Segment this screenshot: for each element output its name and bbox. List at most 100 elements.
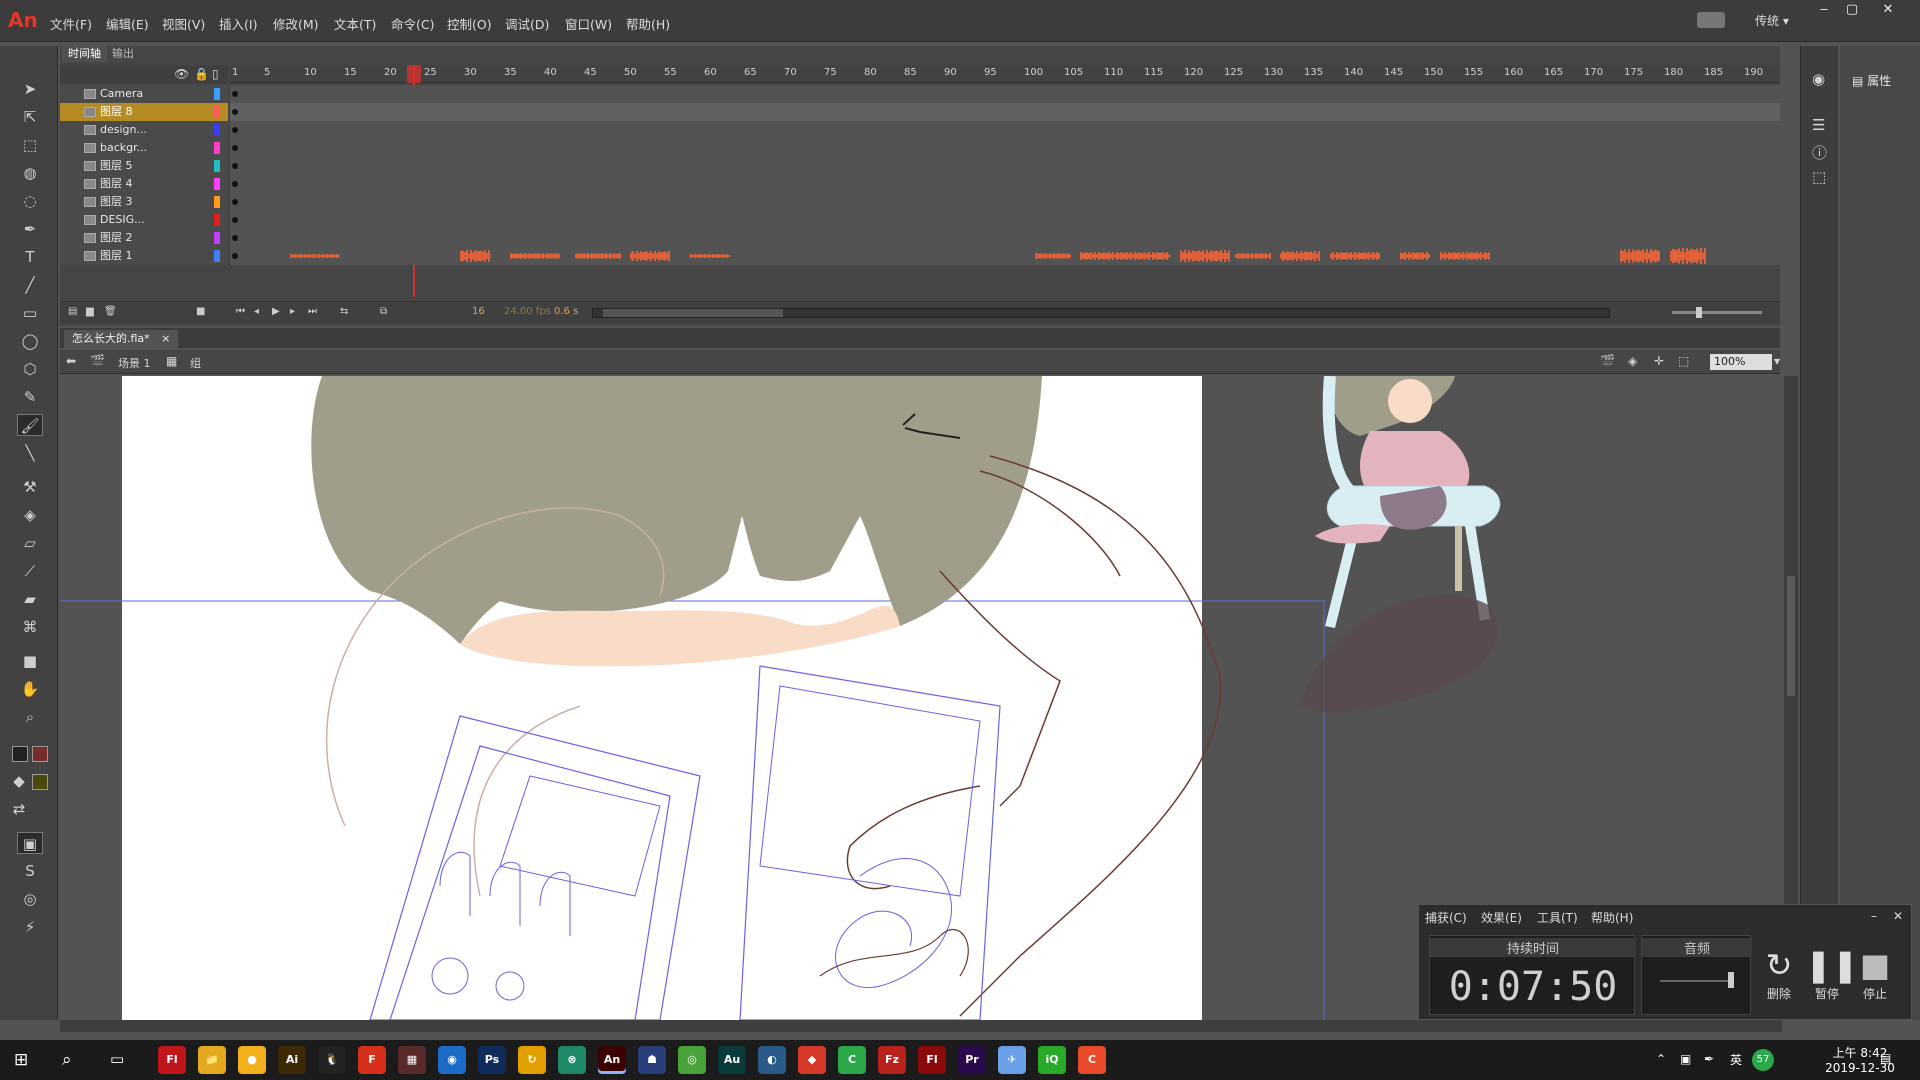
layer-color-swatch[interactable] (214, 124, 220, 136)
taskbar-app-icon[interactable]: C (838, 1046, 866, 1074)
brush-tool-icon[interactable]: 🖌 (17, 414, 43, 436)
layer-frames[interactable] (230, 139, 1780, 157)
lock-icon[interactable]: 🔒 (194, 67, 209, 81)
network-icon[interactable]: ▣ (1680, 1052, 1691, 1066)
tab-properties[interactable]: ▤ 属性 (1852, 72, 1891, 89)
layer-color-swatch[interactable] (214, 196, 220, 208)
recorder-menu-help[interactable]: 帮助(H) (1591, 909, 1633, 926)
zoom-tool-icon[interactable]: ⌕ (17, 706, 43, 728)
layer-row[interactable]: Camera (60, 85, 1780, 103)
layer-frames[interactable] (230, 193, 1780, 211)
eyedropper-tool-icon[interactable]: ⟋ (17, 560, 43, 582)
library-icon[interactable]: ☰ (1812, 116, 1825, 134)
keyframe[interactable] (232, 217, 238, 223)
pressure-icon[interactable]: ⚡ (17, 916, 43, 938)
swap-colors-icon[interactable]: ⇄ (6, 798, 32, 820)
layer-frames[interactable] (230, 85, 1780, 103)
elapsed-time[interactable]: 0.6 s (554, 306, 578, 317)
menu-commands[interactable]: 命令(C) (391, 14, 434, 33)
lasso-tool-icon[interactable]: ◌ (17, 190, 43, 212)
maximize-button[interactable]: ▢ (1838, 2, 1866, 20)
taskbar-app-icon[interactable]: ◎ (678, 1046, 706, 1074)
menu-window[interactable]: 窗口(W) (565, 14, 612, 33)
eraser-tool-icon[interactable]: ▰ (17, 588, 43, 610)
start-icon[interactable]: ⊞ (14, 1050, 28, 1070)
layer-frames[interactable] (230, 211, 1780, 229)
polystar-tool-icon[interactable]: ⬡ (17, 358, 43, 380)
notification-icon[interactable]: ▤ (1880, 1051, 1891, 1065)
task-view-icon[interactable]: ▭ (110, 1050, 124, 1068)
taskbar-app-icon[interactable]: C (1078, 1046, 1106, 1074)
smooth-icon[interactable]: S (17, 860, 43, 882)
layer-row[interactable]: design... (60, 121, 1780, 139)
new-layer-icon[interactable]: ▤ (68, 306, 80, 318)
paint-bucket-tool-icon[interactable]: ◈ (17, 504, 43, 526)
taskbar-app-icon[interactable]: ◐ (758, 1046, 786, 1074)
layer-row[interactable]: 图层 8 (60, 103, 1780, 121)
center-stage-icon[interactable]: ✛ (1654, 354, 1664, 368)
chevron-down-icon[interactable]: ▾ (1774, 354, 1780, 368)
new-folder-icon[interactable]: ▆ (86, 306, 98, 318)
tray-chevron-icon[interactable]: ⌃ (1656, 1052, 1666, 1066)
menu-control[interactable]: 控制(O) (447, 14, 492, 33)
audio-level-thumb[interactable] (1728, 972, 1734, 988)
taskbar-app-icon[interactable]: iQ (1038, 1046, 1066, 1074)
outline-icon[interactable]: ▯ (212, 67, 219, 81)
fill-color-swatch[interactable] (32, 774, 48, 790)
recorder-menu-effects[interactable]: 效果(E) (1481, 909, 1522, 926)
first-frame-icon[interactable]: ⏮ (236, 306, 248, 318)
taskbar-app-icon[interactable]: ▦ (398, 1046, 426, 1074)
layer-color-swatch[interactable] (214, 232, 220, 244)
menu-insert[interactable]: 插入(I) (219, 14, 257, 33)
menu-help[interactable]: 帮助(H) (626, 14, 670, 33)
taskbar-app-icon[interactable]: ↻ (518, 1046, 546, 1074)
timeline-hscroll[interactable] (592, 308, 1610, 318)
last-frame-icon[interactable]: ⏭ (308, 306, 320, 318)
pencil-tool-icon[interactable]: ✎ (17, 386, 43, 408)
stroke-color-swatch[interactable] (32, 746, 48, 762)
layer-row[interactable]: 图层 4 (60, 175, 1780, 193)
text-tool-icon[interactable]: T (17, 246, 43, 268)
layer-frames[interactable] (230, 157, 1780, 175)
minimize-button[interactable]: ‒ (1810, 2, 1838, 20)
timeline-zoom-thumb[interactable] (1696, 307, 1702, 318)
menu-modify[interactable]: 修改(M) (273, 14, 319, 33)
breadcrumb-group[interactable]: 组 (190, 355, 201, 371)
hand-tool-icon[interactable]: ✋ (17, 678, 43, 700)
layer-frames[interactable] (230, 121, 1780, 139)
ime-indicator[interactable]: 英 (1730, 1051, 1742, 1068)
menu-debug[interactable]: 调试(D) (505, 14, 549, 33)
taskbar-app-icon[interactable]: Ps (478, 1046, 506, 1074)
search-icon[interactable]: ⌕ (62, 1050, 72, 1070)
layer-color-swatch[interactable] (214, 160, 220, 172)
stage-hscroll[interactable] (60, 1020, 1782, 1032)
recorder-minimize-button[interactable]: – (1871, 909, 1877, 923)
keyframe[interactable] (232, 163, 238, 169)
color-panel-icon[interactable]: ◉ (1812, 70, 1825, 88)
layer-row[interactable]: 图层 5 (60, 157, 1780, 175)
taskbar-app-icon[interactable]: Fl (158, 1046, 186, 1074)
taskbar-app-icon[interactable]: Au (718, 1046, 746, 1074)
taskbar-app-icon[interactable]: 🐧 (318, 1046, 346, 1074)
document-tab[interactable]: 怎么长大的.fla* × (64, 330, 179, 348)
audio-level-track[interactable] (1660, 980, 1734, 982)
layer-row[interactable]: 图层 3 (60, 193, 1780, 211)
delete-layer-icon[interactable]: 🗑 (104, 306, 117, 318)
fill-color-icon[interactable]: ◆ (6, 770, 32, 792)
width-tool-icon[interactable]: ⌘ (17, 616, 43, 638)
delete-button[interactable]: ↻ 删除 (1757, 945, 1801, 1002)
keyframe[interactable] (232, 235, 238, 241)
loop-icon[interactable]: ⇆ (340, 306, 352, 318)
keyframe[interactable] (232, 145, 238, 151)
layer-row[interactable]: backgr... (60, 139, 1780, 157)
zoom-select[interactable]: 100% (1710, 354, 1772, 370)
rectangle-tool-icon[interactable]: ▭ (17, 302, 43, 324)
play-icon[interactable]: ▶ (272, 306, 284, 318)
ink-bottle-tool-icon[interactable]: ▱ (17, 532, 43, 554)
layer-color-swatch[interactable] (214, 250, 220, 262)
frame-rate[interactable]: 24.00 fps (504, 306, 551, 317)
taskbar-app-icon[interactable]: Fl (918, 1046, 946, 1074)
taskbar-app-icon[interactable]: Pr (958, 1046, 986, 1074)
menu-edit[interactable]: 编辑(E) (106, 14, 149, 33)
recorder-close-button[interactable]: ✕ (1893, 909, 1903, 923)
